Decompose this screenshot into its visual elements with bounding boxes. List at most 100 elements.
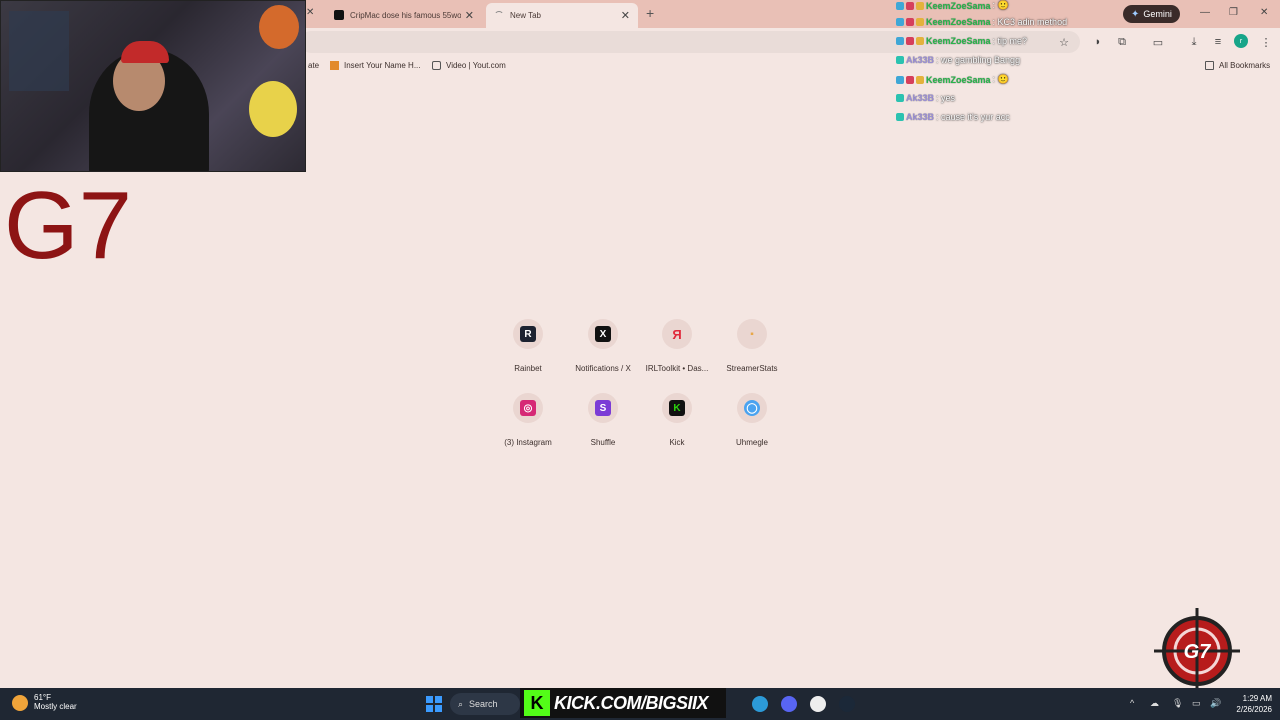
chat-message: Ak33B : cause it's yur acc xyxy=(896,112,1010,122)
pikachu-plush xyxy=(249,81,297,137)
volume-icon[interactable]: 🔊 xyxy=(1210,698,1221,709)
rainbet-icon: R xyxy=(520,326,536,342)
network-icon[interactable]: ▭ xyxy=(1192,698,1201,709)
shortcut-kick[interactable]: K Kick xyxy=(639,393,715,447)
chat-message: KeemZoeSama : KC3 adin method xyxy=(896,17,1067,27)
stack-icon xyxy=(330,61,339,70)
weather-icon xyxy=(12,695,28,711)
chat-message: KeemZoeSama : tip me? xyxy=(896,36,1027,46)
system-clock[interactable]: 1:29 AM 2/26/2026 xyxy=(1228,693,1272,715)
chat-text: : yes xyxy=(936,93,956,103)
tab-new-tab[interactable]: New Tab ✕ xyxy=(486,3,638,28)
bookmark-item[interactable]: Insert Your Name H... xyxy=(330,61,420,70)
tab-close-icon[interactable]: ✕ xyxy=(306,7,314,18)
tiktok-icon xyxy=(334,10,344,20)
weather-widget[interactable]: 61°F Mostly clear xyxy=(12,693,77,711)
shortcut-circle: ◯ xyxy=(737,393,767,423)
gemini-button[interactable]: ✦ Gemini xyxy=(1123,5,1180,23)
gemini-label: Gemini xyxy=(1143,9,1172,19)
tab-title: New Tab xyxy=(510,11,541,20)
folder-icon xyxy=(1205,61,1214,70)
tab-search-icon[interactable]: ≡ xyxy=(1210,34,1226,50)
chat-username: KeemZoeSama xyxy=(926,0,991,11)
tab-title: CripMac dose his famous 55wo xyxy=(350,10,461,20)
search-icon: ⌕ xyxy=(458,698,464,709)
badge-icon xyxy=(896,113,904,121)
red-cap xyxy=(121,41,169,63)
obs-icon[interactable] xyxy=(810,696,826,712)
bookmark-item[interactable]: ate xyxy=(308,61,319,70)
close-window-button[interactable]: ✕ xyxy=(1260,7,1268,18)
svg-text:G7: G7 xyxy=(1184,641,1212,663)
shortcut-notifications-x[interactable]: X Notifications / X xyxy=(565,319,641,373)
taskbar-search[interactable]: ⌕ Search xyxy=(450,693,520,715)
new-tab-button[interactable]: + xyxy=(646,5,654,21)
webcam-feed xyxy=(0,0,306,172)
sidepanel-icon[interactable]: ▭ xyxy=(1150,34,1166,50)
steam-icon[interactable] xyxy=(839,696,855,712)
maximize-button[interactable]: ❐ xyxy=(1229,7,1238,18)
windows-logo-icon xyxy=(426,705,433,712)
tab-close-icon[interactable]: ✕ xyxy=(621,9,630,22)
shortcut-label: Uhmegle xyxy=(735,438,768,447)
bookmark-label: ate xyxy=(308,61,320,70)
windows-logo-icon xyxy=(435,705,442,712)
video-icon xyxy=(432,61,441,70)
shortcut-circle: X xyxy=(588,319,618,349)
chat-text: : KC3 adin method xyxy=(992,17,1068,27)
download-icon[interactable]: ⤓ xyxy=(1186,34,1202,50)
shuffle-icon: S xyxy=(595,400,611,416)
badge-icon xyxy=(896,18,904,26)
chat-message: KeemZoeSama : 🙂 xyxy=(896,74,1009,85)
badge-icon xyxy=(896,94,904,102)
cloud-icon[interactable]: ☁ xyxy=(1150,698,1159,709)
shortcut-circle: ▪ xyxy=(737,319,767,349)
clock-time: 1:29 AM xyxy=(1242,694,1272,703)
chat-text: : we gambling Bangg xyxy=(936,55,1021,65)
chat-username: KeemZoeSama xyxy=(926,17,991,27)
tab-close-icon[interactable]: ✕ xyxy=(465,9,474,22)
chat-username: KeemZoeSama xyxy=(926,36,991,46)
badge-icon xyxy=(896,75,904,84)
minimize-button[interactable]: — xyxy=(1200,7,1210,18)
menu-icon[interactable]: ⋮ xyxy=(1258,34,1274,50)
kick-logo-icon: K xyxy=(524,690,550,716)
bookmark-star-icon[interactable]: ☆ xyxy=(1056,34,1072,50)
microphone-icon[interactable]: 🎙 xyxy=(1172,698,1183,709)
bookmark-item[interactable]: Video | Yout.com xyxy=(432,61,506,70)
chat-username: Ak33B xyxy=(906,55,935,65)
tab-cripmac[interactable]: CripMac dose his famous 55wo ✕ xyxy=(326,4,482,26)
shortcut-uhmegle[interactable]: ◯ Uhmegle xyxy=(714,393,790,447)
x-icon: X xyxy=(595,326,611,342)
chat-username: Ak33B xyxy=(906,93,935,103)
start-button[interactable] xyxy=(426,696,442,712)
badge-icon xyxy=(896,1,904,10)
taskbar: 61°F Mostly clear ⌕ Search K KICK.COM/BI… xyxy=(0,688,1280,720)
badge-icon xyxy=(906,75,914,84)
shortcut-instagram[interactable]: ◎ (3) Instagram xyxy=(490,393,566,447)
uhmegle-icon: ◯ xyxy=(744,400,760,416)
edge-icon[interactable] xyxy=(752,696,768,712)
chevron-up-icon[interactable]: ^ xyxy=(1130,698,1134,708)
cast-icon[interactable]: ◗ xyxy=(1090,34,1106,50)
shortcut-rainbet[interactable]: R Rainbet xyxy=(490,319,566,373)
badge-icon xyxy=(916,18,924,26)
shortcut-label: Rainbet xyxy=(514,364,542,373)
all-bookmarks-button[interactable]: All Bookmarks xyxy=(1205,61,1270,70)
shortcut-label: Notifications / X xyxy=(575,364,631,373)
shortcut-shuffle[interactable]: S Shuffle xyxy=(565,393,641,447)
shortcut-irltoolkit[interactable]: Я IRLToolkit • Das... xyxy=(639,319,715,373)
badge-icon xyxy=(896,56,904,64)
chat-text: : 🙂 xyxy=(992,74,1009,84)
discord-icon[interactable] xyxy=(781,696,797,712)
profile-avatar[interactable]: r xyxy=(1234,34,1248,48)
bookmark-label: Video | Yout.com xyxy=(446,61,506,70)
extensions-icon[interactable]: ⧉ xyxy=(1114,34,1130,50)
shortcut-streamerstats[interactable]: ▪ StreamerStats xyxy=(714,319,790,373)
chat-username: Ak33B xyxy=(906,112,935,122)
search-label: Search xyxy=(469,699,498,709)
weather-desc: Mostly clear xyxy=(34,702,77,711)
gemini-icon: ✦ xyxy=(1131,8,1140,20)
shortcut-circle: K xyxy=(662,393,692,423)
shortcut-circle: R xyxy=(513,319,543,349)
